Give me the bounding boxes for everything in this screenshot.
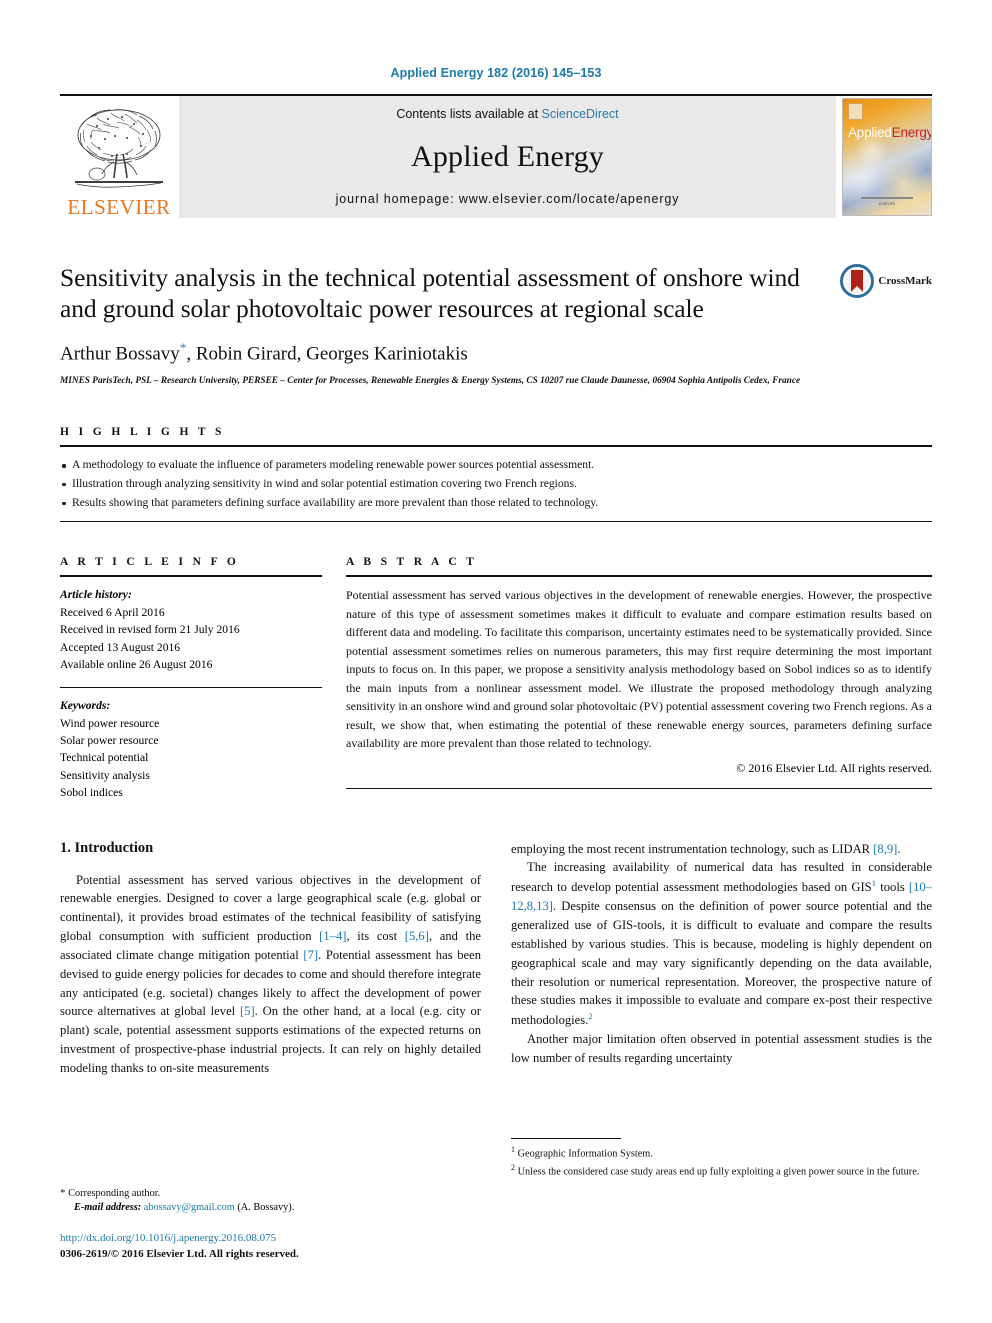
para-text: . Despite consensus on the definition of… (511, 899, 932, 1028)
highlights-list: A methodology to evaluate the influence … (60, 447, 932, 521)
highlights-heading: H I G H L I G H T S (60, 426, 225, 439)
abstract-copyright: © 2016 Elsevier Ltd. All rights reserved… (736, 760, 932, 775)
footnote-item: 2 Unless the considered case study areas… (511, 1162, 932, 1180)
citation-ref[interactable]: [5,6] (405, 929, 429, 943)
email-note: E-mail address: abossavy@gmail.com (A. B… (60, 1202, 485, 1213)
author-rest: , Robin Girard, Georges Kariniotakis (186, 343, 468, 365)
crossmark-icon (840, 264, 875, 298)
list-item: A methodology to evaluate the influence … (60, 456, 932, 475)
keywords-block: Keywords: Wind power resource Solar powe… (60, 688, 322, 801)
info-abstract-section: A R T I C L E I N F O Article history: R… (60, 556, 932, 801)
citation-ref[interactable]: [1–4] (319, 929, 346, 943)
intro-paragraph-right-cont: employing the most recent instrumentatio… (511, 840, 932, 859)
citation-ref[interactable]: [8,9] (873, 842, 897, 856)
cover-title-second: Energy (891, 125, 932, 140)
citation-ref[interactable]: [5] (240, 1004, 255, 1018)
issn-copyright: 0306-2619/© 2016 Elsevier Ltd. All right… (60, 1248, 299, 1261)
author-list: Arthur Bossavy*, Robin Girard, Georges K… (60, 340, 932, 365)
cover-title-first: Applied (848, 125, 892, 140)
keyword-item: Sobol indices (60, 786, 123, 800)
journal-homepage[interactable]: journal homepage: www.elsevier.com/locat… (336, 192, 680, 206)
running-head: Applied Energy 182 (2016) 145–153 (390, 66, 602, 80)
author-first: Arthur Bossavy (60, 343, 180, 365)
email-label: E-mail address: (74, 1202, 142, 1214)
corresponding-author-note: * Corresponding author. (60, 1186, 485, 1202)
journal-title: Applied Energy (410, 139, 605, 173)
journal-cover-image: AppliedEnergy ELSEVIER (842, 98, 932, 216)
contents-prefix: Contents lists available at (396, 107, 539, 121)
history-item: Received 6 April 2016 (60, 605, 165, 619)
history-item: Received in revised form 21 July 2016 (60, 623, 240, 637)
history-item: Available online 26 August 2016 (60, 657, 213, 671)
page-footer-left: * Corresponding author. E-mail address: … (60, 1186, 485, 1263)
citation-ref[interactable]: [7] (303, 948, 318, 962)
article-info-column: A R T I C L E I N F O Article history: R… (60, 556, 322, 801)
keywords-label: Keywords: (60, 699, 111, 713)
cover-footer-text: ELSEVIER (878, 202, 896, 206)
sciencedirect-link[interactable]: ScienceDirect (542, 107, 619, 121)
cover-publisher-mark (848, 103, 863, 120)
highlights-section: H I G H L I G H T S A methodology to eva… (60, 426, 932, 523)
paper-page: Applied Energy 182 (2016) 145–153 ELSEVI… (0, 0, 992, 1323)
email-suffix: (A. Bossavy). (237, 1202, 295, 1214)
intro-paragraph-left: Potential assessment has served various … (60, 871, 481, 1078)
cover-footer: ELSEVIER (843, 197, 931, 206)
para-text: , its cost (346, 929, 405, 944)
journal-banner: Contents lists available at ScienceDirec… (178, 96, 836, 218)
keyword-item: Solar power resource (60, 734, 159, 748)
para-text: employing the most recent instrumentatio… (511, 841, 874, 856)
elsevier-logo: ELSEVIER (60, 96, 178, 218)
page-title: Sensitivity analysis in the technical po… (60, 263, 800, 324)
list-item: Results showing that parameters defining… (60, 494, 932, 513)
highlights-bottom-rule (60, 521, 932, 523)
footnote-rule (511, 1137, 621, 1139)
keyword-item: Wind power resource (60, 716, 160, 730)
abstract-column: A B S T R A C T Potential assessment has… (346, 556, 932, 801)
body-column-left: 1. Introduction Potential assessment has… (60, 840, 481, 1180)
keyword-item: Sensitivity analysis (60, 768, 150, 782)
crossmark-badge[interactable]: CrossMark (840, 264, 932, 298)
article-title-block: CrossMark Sensitivity analysis in the te… (60, 262, 932, 388)
abstract-text: Potential assessment has served various … (346, 588, 932, 751)
article-history-label: Article history: (60, 588, 132, 602)
keyword-item: Technical potential (60, 751, 149, 765)
footnote-text: Unless the considered case study areas e… (517, 1166, 920, 1178)
footnote-marker-2[interactable]: 2 (588, 1011, 592, 1021)
footnote-text: Geographic Information System. (517, 1148, 653, 1160)
para-text: The increasing availability of numerical… (511, 860, 932, 895)
body-columns: 1. Introduction Potential assessment has… (60, 840, 932, 1180)
body-column-right: employing the most recent instrumentatio… (511, 840, 932, 1180)
doi-link[interactable]: http://dx.doi.org/10.1016/j.apenergy.201… (60, 1231, 485, 1247)
para-text: tools (876, 880, 909, 895)
doi-block: http://dx.doi.org/10.1016/j.apenergy.201… (60, 1231, 485, 1263)
intro-paragraph-right-2: The increasing availability of numerical… (511, 858, 932, 1030)
contents-line: Contents lists available at ScienceDirec… (396, 107, 618, 121)
elsevier-tree-icon (75, 109, 163, 188)
history-item: Accepted 13 August 2016 (60, 640, 181, 654)
abstract-bottom-rule (346, 787, 932, 789)
list-item: Illustration through analyzing sensitivi… (60, 475, 932, 494)
section-heading-introduction: 1. Introduction (60, 839, 154, 856)
crossmark-label: CrossMark (878, 275, 932, 287)
corresponding-text: Corresponding author. (68, 1188, 161, 1200)
cover-title: AppliedEnergy (848, 125, 932, 140)
footnote-number: 2 (511, 1162, 516, 1172)
footnote-number: 1 (511, 1144, 516, 1154)
journal-masthead: ELSEVIER Contents lists available at Sci… (60, 94, 932, 218)
footnote-area: 1 Geographic Information System. 2 Unles… (511, 1137, 932, 1180)
para-text: . (897, 841, 901, 856)
elsevier-wordmark: ELSEVIER (67, 195, 171, 219)
journal-cover-block: AppliedEnergy ELSEVIER (836, 96, 932, 218)
email-link[interactable]: abossavy@gmail.com (144, 1202, 235, 1213)
affiliation: MINES ParisTech, PSL – Research Universi… (60, 375, 801, 386)
article-info-heading: A R T I C L E I N F O (60, 556, 240, 569)
footnote-item: 1 Geographic Information System. (511, 1144, 932, 1162)
corresponding-star: * (60, 1187, 66, 1200)
article-history: Article history: Received 6 April 2016 R… (60, 577, 322, 673)
abstract-heading: A B S T R A C T (346, 556, 478, 569)
intro-paragraph-right-3: Another major limitation often observed … (511, 1032, 932, 1065)
